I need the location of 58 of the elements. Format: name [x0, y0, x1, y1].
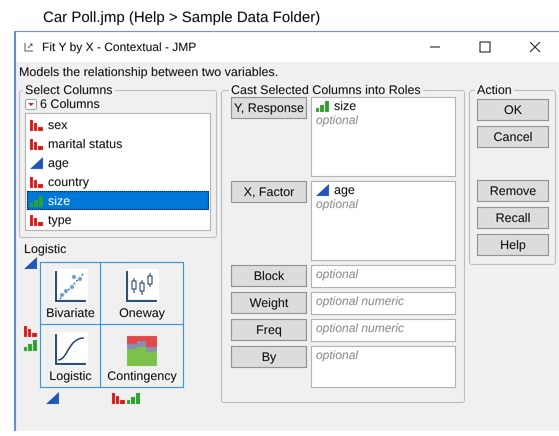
group-title: Cast Selected Columns into Roles [230, 83, 422, 97]
column-item[interactable]: marital status [27, 134, 209, 153]
scatter-plot-icon [54, 269, 88, 303]
bar-chart-icon [24, 339, 37, 351]
role-button[interactable]: Block [231, 265, 307, 287]
group-title: Select Columns [24, 83, 114, 97]
role-field[interactable]: optional [311, 265, 456, 288]
platform-button[interactable]: Bivariate [41, 263, 101, 325]
window-title: Fit Y by X - Contextual - JMP [42, 40, 196, 54]
bar-chart-icon [316, 100, 329, 112]
action-button[interactable]: Cancel [477, 126, 549, 148]
action-button[interactable]: Remove [477, 180, 549, 202]
role-button[interactable]: X, Factor [231, 181, 307, 203]
role-button[interactable]: Y, Response [231, 97, 307, 119]
role-field[interactable]: optional [311, 346, 456, 388]
triangle-icon [316, 184, 329, 196]
bar-chart-icon [30, 138, 43, 150]
placeholder-text: optional [316, 113, 360, 127]
bar-chart-icon [112, 392, 125, 404]
role-button[interactable]: Freq [231, 319, 307, 341]
assigned-column[interactable]: size [316, 99, 451, 113]
column-item[interactable]: sex [27, 115, 209, 134]
assigned-column[interactable]: age [316, 183, 451, 197]
triangle-icon [24, 257, 37, 269]
action-button[interactable]: Help [477, 234, 549, 256]
column-item[interactable]: type [27, 210, 209, 229]
bar-chart-icon [30, 214, 43, 226]
action-button[interactable]: OK [477, 99, 549, 121]
role-list[interactable]: size optional [311, 97, 456, 177]
dropdown-icon[interactable] [25, 98, 37, 110]
bar-chart-icon [127, 392, 140, 404]
column-count: 6 Columns [40, 97, 100, 111]
bar-chart-icon [30, 118, 43, 130]
column-item[interactable]: age [27, 153, 209, 172]
bar-chart-icon [24, 325, 37, 337]
mosaic-plot-icon [127, 336, 157, 366]
box-plot-icon [125, 269, 159, 303]
caption-text: Car Poll.jmp (Help > Sample Data Folder) [42, 8, 322, 28]
close-icon[interactable] [529, 41, 541, 53]
bar-chart-icon [30, 194, 43, 206]
triangle-icon [46, 392, 59, 404]
platform-label: Logistic [24, 242, 68, 256]
maximize-icon[interactable] [479, 41, 491, 53]
column-item[interactable]: size [27, 191, 209, 210]
s-curve-icon [54, 332, 88, 366]
role-field[interactable]: optional numeric [311, 319, 456, 342]
column-item[interactable]: country [27, 172, 209, 191]
group-title: Action [476, 83, 513, 97]
placeholder-text: optional [316, 197, 360, 211]
description-text: Models the relationship between two variables. [19, 65, 280, 79]
role-field[interactable]: optional numeric [311, 292, 456, 315]
triangle-icon [30, 156, 43, 168]
role-button[interactable]: By [231, 346, 307, 368]
action-button[interactable]: Recall [477, 207, 549, 229]
bar-chart-icon [30, 176, 43, 188]
role-button[interactable]: Weight [231, 292, 307, 314]
role-list[interactable]: age optional [311, 181, 456, 261]
app-icon [24, 42, 34, 52]
